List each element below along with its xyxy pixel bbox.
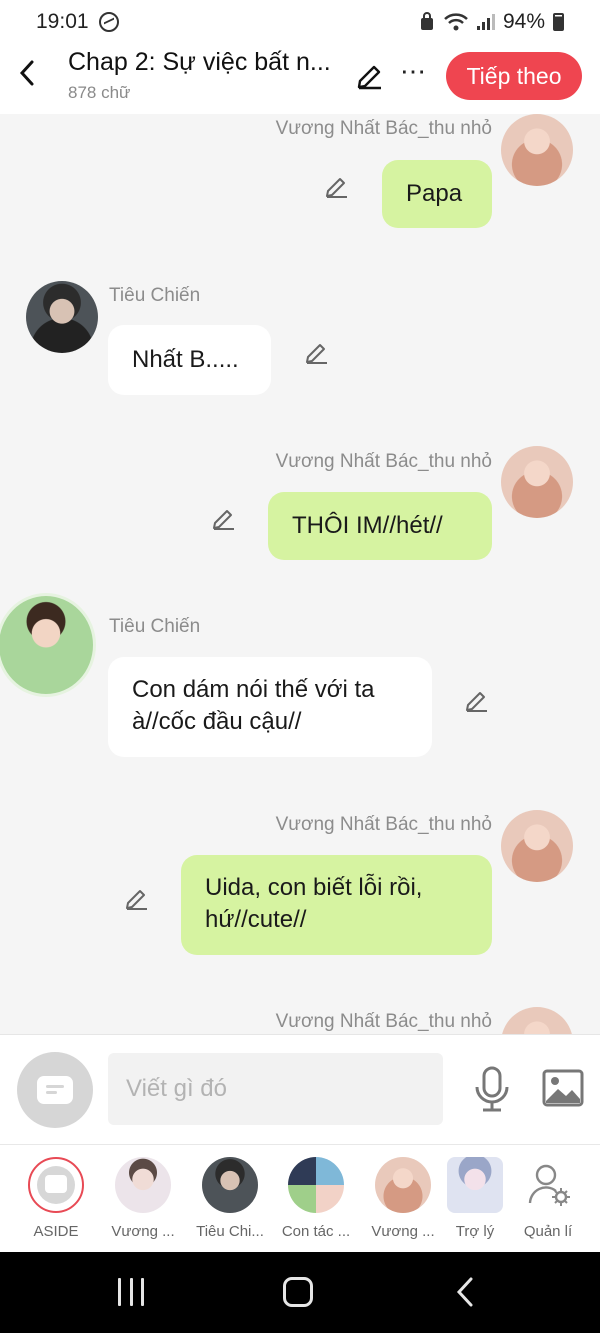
message-text-line: à//cốc đầu cậu// [132,708,302,735]
status-bar: 19:01 94% [0,0,600,44]
avatar[interactable] [501,114,573,186]
message-author: Tiêu Chiến [109,616,201,637]
character-avatar [115,1157,171,1213]
avatar[interactable] [26,281,98,353]
battery-icon [553,13,564,31]
message-text: Papa [406,180,463,207]
character-avatar [288,1157,344,1213]
back-icon[interactable] [14,58,40,88]
message-author: Tiêu Chiến [109,285,201,306]
messenger-icon [98,12,119,32]
message-author: Vương Nhất Bác_thu nhỏ [275,118,492,139]
character-label: Tiêu Chi... [196,1223,264,1240]
edit-icon[interactable] [123,884,151,912]
home-icon[interactable] [283,1277,313,1307]
chat-area: Vương Nhất Bác_thu nhỏ Papa Tiêu Chiến N… [0,114,600,1034]
character-label: ASIDE [33,1223,79,1240]
image-icon[interactable] [542,1069,584,1107]
avatar[interactable] [501,1007,573,1034]
alarm-lock-icon [420,12,433,30]
edit-icon[interactable] [354,59,386,91]
avatar[interactable] [501,810,573,882]
character-con-tac[interactable]: Con tác ... [273,1157,359,1240]
recent-apps-icon[interactable] [118,1278,144,1306]
message-text-line: Uida, con biết lỗi rồi, [205,874,423,901]
message-text-line: Con dám nói thế với ta [132,676,375,703]
message-text: THÔI IM//hét// [292,512,443,539]
character-aside[interactable]: ASIDE [13,1157,99,1240]
edit-icon[interactable] [303,338,331,366]
edit-icon[interactable] [323,172,351,200]
next-chapter-button[interactable]: Tiếp theo [446,52,582,100]
character-label: Vương ... [111,1223,175,1240]
system-nav-bar [0,1252,600,1333]
message-text: Nhất B..... [132,346,239,373]
edit-icon[interactable] [463,686,491,714]
character-avatar [202,1157,258,1213]
birthday-avatar[interactable] [0,593,96,697]
message-text-line: hứ//cute// [205,906,307,933]
message-author: Vương Nhất Bác_thu nhỏ [275,451,492,472]
compose-bar [0,1034,600,1144]
battery-percent: 94% [502,10,545,33]
aside-button[interactable] [17,1052,93,1128]
microphone-icon[interactable] [472,1065,512,1113]
status-time: 19:01 [36,10,89,33]
chapter-title: Chap 2: Sự việc bất n... [68,48,331,76]
character-avatar [447,1157,503,1213]
character-vuong-1[interactable]: Vương ... [100,1157,186,1240]
character-strip: ASIDE Vương ... Tiêu Chi... Con tác ... … [0,1144,600,1252]
message-input[interactable] [108,1053,443,1125]
edit-icon[interactable] [210,504,238,532]
system-back-icon[interactable] [454,1276,476,1308]
character-avatar [375,1157,431,1213]
message-author: Vương Nhất Bác_thu nhỏ [275,1011,492,1032]
message-bubble[interactable]: Uida, con biết lỗi rồi, hứ//cute// [181,855,492,955]
message-author: Vương Nhất Bác_thu nhỏ [275,814,492,835]
manager-gear-icon [520,1157,576,1213]
aside-icon [37,1076,73,1104]
more-icon[interactable]: ⋯ [400,56,427,87]
aside-icon [28,1157,84,1213]
character-label: Quản lí [523,1223,573,1240]
message-bubble[interactable]: Nhất B..... [108,325,271,395]
character-quan-li[interactable]: Quản lí [505,1157,591,1240]
chapter-header: Chap 2: Sự việc bất n... 878 chữ ⋯ Tiếp … [0,44,600,114]
word-count: 878 chữ [68,83,131,102]
message-bubble[interactable]: THÔI IM//hét// [268,492,492,560]
message-bubble[interactable]: Papa [382,160,492,228]
character-tieu-chien[interactable]: Tiêu Chi... [187,1157,273,1240]
message-bubble[interactable]: Con dám nói thế với ta à//cốc đầu cậu// [108,657,432,757]
avatar[interactable] [501,446,573,518]
signal-icon [476,14,495,30]
wifi-icon [444,13,468,31]
character-label: Con tác ... [281,1223,351,1240]
